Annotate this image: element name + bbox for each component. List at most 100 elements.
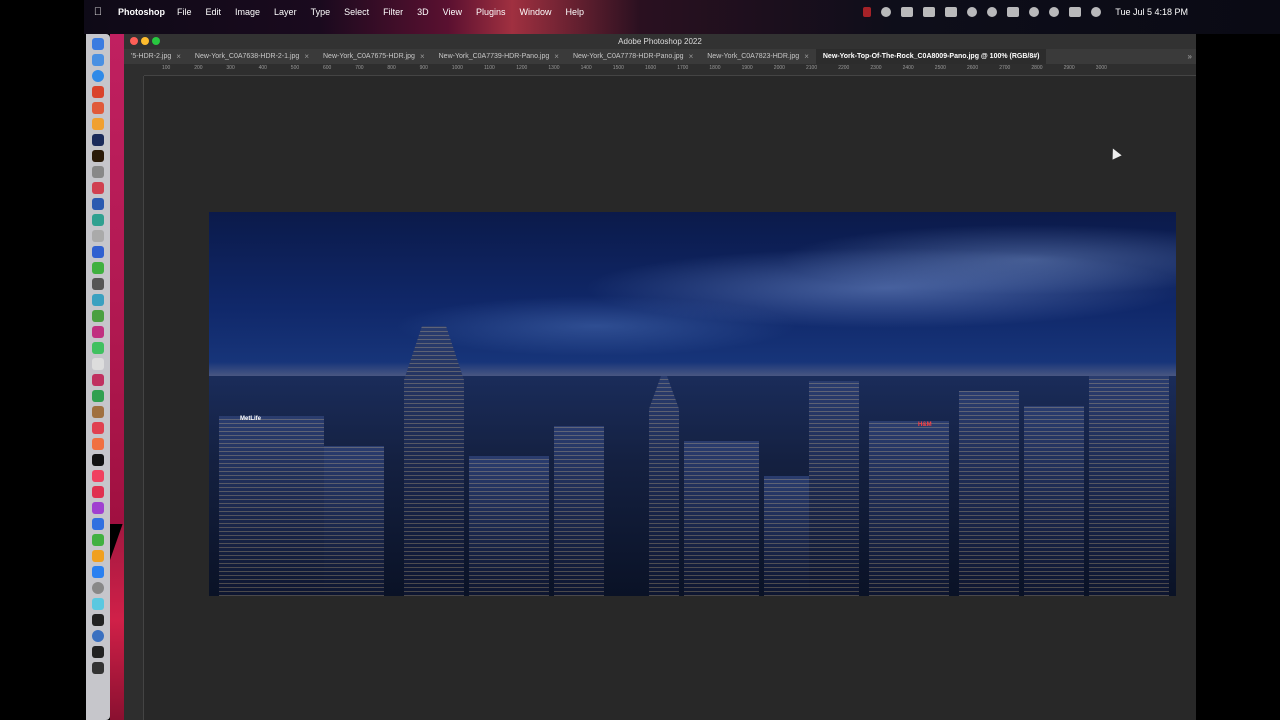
app-icon[interactable] xyxy=(92,246,104,258)
window-titlebar[interactable]: Adobe Photoshop 2022 xyxy=(124,34,1196,49)
podcasts-icon[interactable] xyxy=(92,502,104,514)
tab-close-icon[interactable]: × xyxy=(554,52,559,61)
document-tab[interactable]: New-York_C0A7739-HDR-Pano.jpg × xyxy=(432,49,566,64)
battery-icon[interactable] xyxy=(1007,6,1020,17)
ruler-tick-label: 1600 xyxy=(645,65,657,71)
menu-edit[interactable]: Edit xyxy=(206,7,222,17)
tab-close-icon[interactable]: × xyxy=(804,52,809,61)
tab-label: New-York_C0A7675-HDR.jpg xyxy=(323,53,415,60)
menu-layer[interactable]: Layer xyxy=(274,7,297,17)
app-icon[interactable] xyxy=(92,86,104,98)
time-machine-icon[interactable] xyxy=(967,6,978,17)
app-icon[interactable] xyxy=(92,342,104,354)
document-tab-active[interactable]: New-York-Top-Of-The-Rock_C0A8009-Pano.jp… xyxy=(815,49,1047,64)
app-icon[interactable] xyxy=(92,390,104,402)
app-icon[interactable] xyxy=(92,486,104,498)
tab-close-icon[interactable]: × xyxy=(689,52,694,61)
app-icon[interactable] xyxy=(92,294,104,306)
numbers-icon[interactable] xyxy=(92,534,104,546)
menu-app-name[interactable]: Photoshop xyxy=(118,7,165,17)
app-icon[interactable] xyxy=(92,406,104,418)
app-icon[interactable] xyxy=(92,102,104,114)
screen-icon[interactable] xyxy=(945,6,958,17)
ruler-tick-label: 1200 xyxy=(516,65,528,71)
ruler-tick-label: 2700 xyxy=(999,65,1011,71)
tab-close-icon[interactable]: × xyxy=(420,52,425,61)
tab-overflow-icon[interactable]: » xyxy=(1188,52,1196,61)
document-tab[interactable]: New-York_C0A7823-HDR.jpg × xyxy=(700,49,816,64)
menu-help[interactable]: Help xyxy=(566,7,585,17)
close-window-button[interactable] xyxy=(130,37,138,45)
tab-close-icon[interactable]: × xyxy=(176,52,181,61)
app-icon[interactable] xyxy=(92,614,104,626)
menu-file[interactable]: File xyxy=(177,7,192,17)
document-tab[interactable]: New-York_C0A7638-HDR-2-1.jpg × xyxy=(188,49,316,64)
apple-tv-icon[interactable] xyxy=(92,454,104,466)
document-tab[interactable]: '5-HDR-2.jpg × xyxy=(124,49,188,64)
minimize-window-button[interactable] xyxy=(141,37,149,45)
app-icon[interactable] xyxy=(92,358,104,370)
app-icon[interactable] xyxy=(92,230,104,242)
menu-type[interactable]: Type xyxy=(311,7,331,17)
app-icon[interactable] xyxy=(92,166,104,178)
app-icon[interactable] xyxy=(92,310,104,322)
app-icon[interactable] xyxy=(92,118,104,130)
app-icon[interactable] xyxy=(92,598,104,610)
maximize-window-button[interactable] xyxy=(152,37,160,45)
document-canvas[interactable]: MetLife H&M xyxy=(144,76,1196,720)
record-icon[interactable] xyxy=(863,6,872,17)
search-icon[interactable] xyxy=(1049,6,1060,17)
terminal-icon[interactable] xyxy=(92,646,104,658)
photoshop-icon[interactable] xyxy=(92,134,104,146)
app-store-icon[interactable] xyxy=(92,566,104,578)
document-tab[interactable]: New-York_C0A7778-HDR-Pano.jpg × xyxy=(566,49,700,64)
display-icon[interactable] xyxy=(923,6,936,17)
finder-icon[interactable] xyxy=(92,38,104,50)
launchpad-icon[interactable] xyxy=(92,54,104,66)
app-icon[interactable] xyxy=(92,630,104,642)
user-icon[interactable] xyxy=(987,6,998,17)
app-icon[interactable] xyxy=(92,182,104,194)
menu-plugins[interactable]: Plugins xyxy=(476,7,506,17)
ruler-tick-label: 2900 xyxy=(1063,65,1075,71)
app-icon[interactable] xyxy=(92,438,104,450)
menu-clock[interactable]: Tue Jul 5 4:18 PM xyxy=(1115,7,1188,17)
menu-window[interactable]: Window xyxy=(520,7,552,17)
tab-close-icon[interactable]: × xyxy=(304,52,309,61)
app-icon[interactable] xyxy=(92,662,104,674)
control-center-icon[interactable] xyxy=(1069,6,1082,17)
empire-state-building xyxy=(649,376,679,596)
music-icon[interactable] xyxy=(92,470,104,482)
pages-icon[interactable] xyxy=(92,550,104,562)
dropbox-icon[interactable] xyxy=(901,6,914,17)
vertical-ruler[interactable] xyxy=(124,76,144,720)
desktop-wallpaper-right xyxy=(1196,34,1280,720)
app-icon[interactable] xyxy=(92,198,104,210)
siri-icon[interactable] xyxy=(1091,6,1102,17)
wifi-icon[interactable] xyxy=(1029,6,1040,17)
app-icon[interactable] xyxy=(92,518,104,530)
safari-icon[interactable] xyxy=(92,70,104,82)
building xyxy=(764,476,809,596)
app-icon[interactable] xyxy=(92,374,104,386)
bridge-icon[interactable] xyxy=(92,150,104,162)
creative-cloud-icon[interactable] xyxy=(881,6,892,17)
document-tab[interactable]: New-York_C0A7675-HDR.jpg × xyxy=(316,49,432,64)
ruler-tick-label: 2000 xyxy=(773,65,785,71)
apple-logo-icon[interactable]:  xyxy=(84,6,112,18)
messages-icon[interactable] xyxy=(92,262,104,274)
menu-view[interactable]: View xyxy=(443,7,462,17)
building xyxy=(324,446,384,596)
app-icon[interactable] xyxy=(92,214,104,226)
menu-select[interactable]: Select xyxy=(344,7,369,17)
app-icon[interactable] xyxy=(92,278,104,290)
ruler-tick-label: 900 xyxy=(419,65,428,71)
app-icon[interactable] xyxy=(92,422,104,434)
system-preferences-icon[interactable] xyxy=(92,582,104,594)
app-icon[interactable] xyxy=(92,326,104,338)
ruler-origin[interactable] xyxy=(124,64,144,76)
menu-image[interactable]: Image xyxy=(235,7,260,17)
menu-filter[interactable]: Filter xyxy=(383,7,403,17)
horizontal-ruler[interactable]: 100 200 300 400 500 600 700 800 900 1000 1100 1200 1… xyxy=(144,64,1196,76)
menu-3d[interactable]: 3D xyxy=(417,7,429,17)
